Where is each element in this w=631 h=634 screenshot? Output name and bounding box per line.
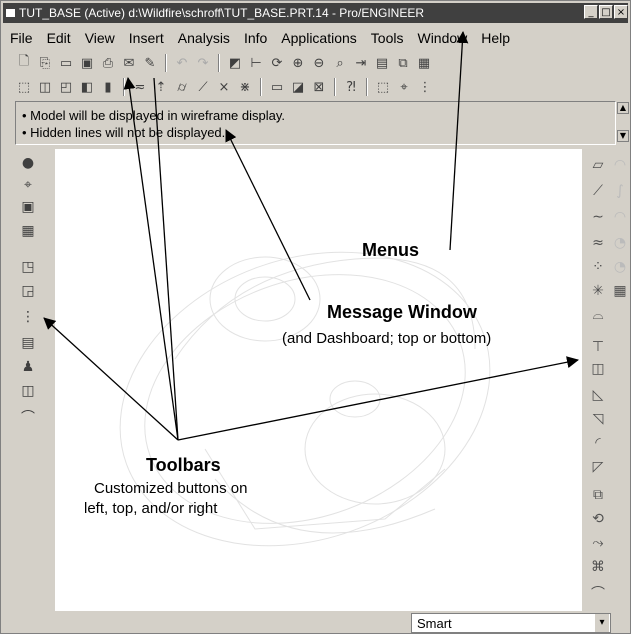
label-message-window: Message Window bbox=[327, 302, 477, 322]
arrow-toolbar-right bbox=[177, 356, 579, 441]
callout-arrows bbox=[43, 31, 579, 441]
label-toolbars-sub2: left, top, and/or right bbox=[84, 500, 218, 517]
arrow-message-window bbox=[225, 129, 311, 301]
arrow-toolbar-top2 bbox=[153, 77, 179, 441]
label-toolbars: Toolbars bbox=[146, 455, 221, 475]
label-toolbars-sub1: Customized buttons on bbox=[94, 480, 248, 497]
arrow-toolbar-left bbox=[43, 317, 179, 441]
arrow-toolbar-top bbox=[123, 77, 179, 441]
label-menus: Menus bbox=[362, 240, 420, 260]
label-message-window-sub: (and Dashboard; top or bottom) bbox=[282, 330, 492, 347]
arrow-menus bbox=[449, 31, 469, 251]
